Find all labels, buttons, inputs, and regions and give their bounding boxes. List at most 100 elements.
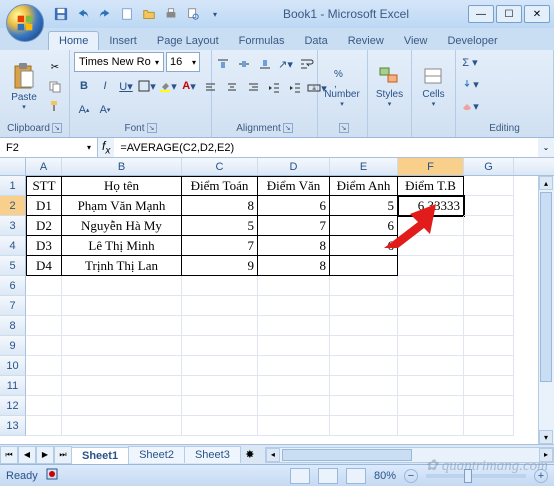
formula-input[interactable]: =AVERAGE(C2,D2,E2) [114,138,538,157]
cell[interactable] [464,396,514,416]
cell[interactable] [182,276,258,296]
cell[interactable] [182,316,258,336]
border-button[interactable]: ▾ [137,76,157,96]
align-center-button[interactable] [222,78,242,98]
select-all-corner[interactable] [0,158,26,175]
scroll-left-icon[interactable]: ◂ [266,448,280,462]
sheet-tab[interactable]: Sheet3 [184,446,241,463]
cell[interactable] [330,296,398,316]
increase-indent-button[interactable] [285,78,305,98]
cell[interactable] [26,416,62,436]
cell[interactable] [62,356,182,376]
cell[interactable]: 7 [258,216,330,236]
column-header[interactable]: D [258,158,330,175]
vscroll-thumb[interactable] [540,192,552,382]
cell[interactable]: Điểm Văn [258,176,330,196]
decrease-indent-button[interactable] [264,78,284,98]
zoom-level[interactable]: 80% [374,470,396,482]
row-header[interactable]: 13 [0,416,26,436]
font-dialog-launcher[interactable]: ↘ [147,123,157,133]
zoom-slider[interactable] [426,474,526,478]
grow-font-button[interactable]: A▴ [74,100,94,120]
row-header[interactable]: 9 [0,336,26,356]
cell[interactable] [182,336,258,356]
cell[interactable] [26,296,62,316]
align-left-button[interactable] [201,78,221,98]
column-header[interactable]: B [62,158,182,175]
format-painter-icon[interactable] [46,97,64,115]
cell[interactable] [62,376,182,396]
horizontal-scrollbar[interactable]: ◂ ▸ [265,447,554,463]
cell[interactable] [464,236,514,256]
cell[interactable]: 8 [258,256,330,276]
cells-button[interactable]: Cells▾ [416,54,451,120]
cell[interactable]: 9 [182,256,258,276]
cell[interactable]: Điểm Anh [330,176,398,196]
align-middle-button[interactable] [234,54,254,74]
zoom-in-button[interactable]: + [534,469,548,483]
cell[interactable] [26,356,62,376]
row-header[interactable]: 3 [0,216,26,236]
clipboard-dialog-launcher[interactable]: ↘ [52,123,62,133]
scroll-down-icon[interactable]: ▾ [539,430,553,444]
scroll-right-icon[interactable]: ▸ [539,448,553,462]
ribbon-tab-data[interactable]: Data [294,32,337,50]
row-header[interactable]: 10 [0,356,26,376]
align-bottom-button[interactable] [255,54,275,74]
column-header[interactable]: G [464,158,514,175]
cell[interactable]: 7 [182,236,258,256]
cell[interactable] [330,356,398,376]
cell[interactable] [62,296,182,316]
cell[interactable] [26,316,62,336]
office-button[interactable] [6,4,44,42]
cell[interactable] [258,416,330,436]
cell[interactable] [182,416,258,436]
fx-icon[interactable]: fx [102,139,110,156]
column-header[interactable]: A [26,158,62,175]
ribbon-tab-view[interactable]: View [394,32,438,50]
cell[interactable] [258,336,330,356]
cell[interactable] [464,416,514,436]
cell[interactable]: D3 [26,236,62,256]
cell[interactable]: 6 [258,196,330,216]
cell[interactable] [258,316,330,336]
cell[interactable] [464,356,514,376]
cell[interactable] [182,376,258,396]
cell[interactable] [62,336,182,356]
redo-icon[interactable] [96,5,114,23]
row-header[interactable]: 7 [0,296,26,316]
new-sheet-button[interactable]: ✸ [241,448,259,461]
page-break-view-button[interactable] [346,468,366,484]
cell[interactable] [398,336,464,356]
cell[interactable] [330,416,398,436]
cell[interactable] [464,176,514,196]
cell[interactable]: Trịnh Thị Lan [62,256,182,276]
cell[interactable] [26,336,62,356]
worksheet-grid[interactable]: ABCDEFG 1STTHọ tênĐiểm ToánĐiểm VănĐiểm … [0,158,554,444]
column-header[interactable]: E [330,158,398,175]
row-header[interactable]: 12 [0,396,26,416]
cell[interactable]: 5 [182,216,258,236]
copy-icon[interactable] [46,78,64,96]
cell[interactable] [330,256,398,276]
sheet-nav-first-icon[interactable]: ⏮ [0,446,18,464]
cell[interactable] [464,216,514,236]
cell[interactable]: 6 [330,216,398,236]
scroll-up-icon[interactable]: ▴ [539,176,553,190]
sheet-nav-next-icon[interactable]: ▶ [36,446,54,464]
undo-icon[interactable] [74,5,92,23]
row-header[interactable]: 2 [0,196,26,216]
styles-button[interactable]: Styles▾ [372,54,407,120]
cell[interactable]: 8 [182,196,258,216]
cell[interactable] [398,416,464,436]
cell[interactable] [182,356,258,376]
cell[interactable]: Điểm Toán [182,176,258,196]
cell[interactable] [330,316,398,336]
cell[interactable]: Lê Thị Minh [62,236,182,256]
column-header[interactable]: C [182,158,258,175]
cell[interactable] [330,336,398,356]
cell[interactable] [398,356,464,376]
sheet-tab[interactable]: Sheet2 [128,446,185,463]
cell[interactable] [182,396,258,416]
orientation-button[interactable]: ↗▾ [276,54,296,74]
